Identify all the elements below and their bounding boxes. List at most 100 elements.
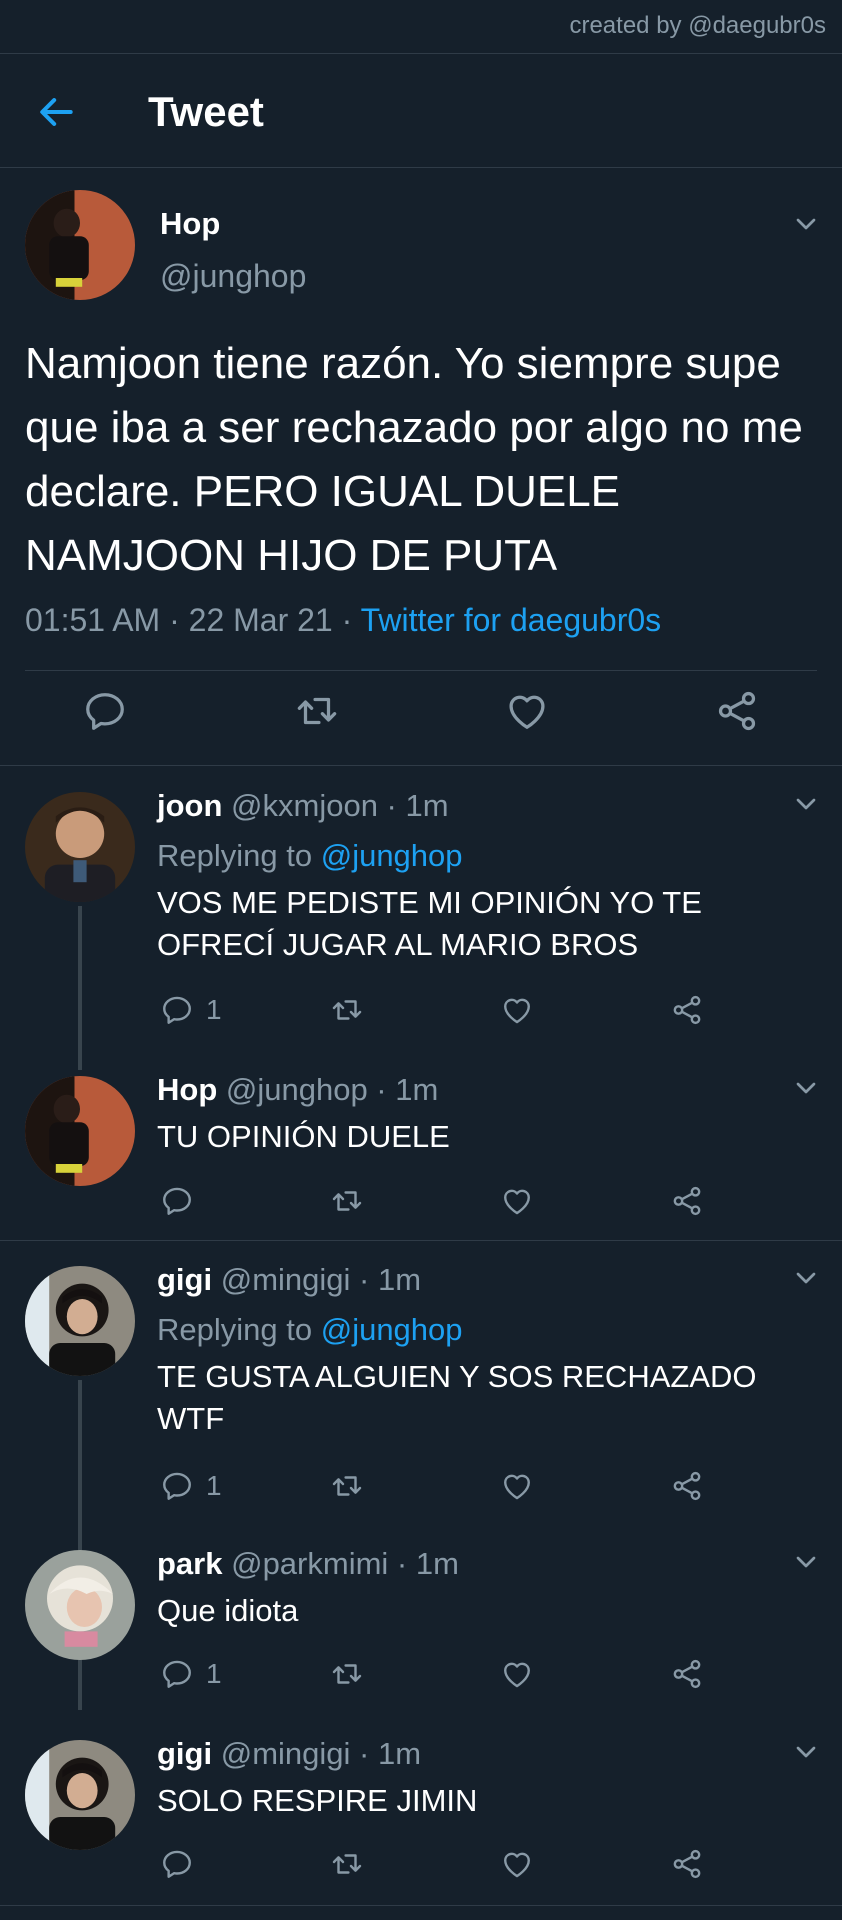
divider	[0, 1240, 842, 1241]
share-action[interactable]	[670, 1654, 704, 1694]
share-icon	[670, 993, 704, 1027]
replying-to: Replying to @junghop	[157, 1312, 463, 1348]
like-icon[interactable]	[504, 688, 550, 734]
replying-to-link[interactable]: @junghop	[321, 838, 463, 873]
author-name[interactable]: park	[157, 1546, 222, 1581]
replying-to: Replying to @junghop	[157, 838, 463, 874]
reply-header: park @parkmimi · 1m	[157, 1546, 459, 1582]
tweet-time: 01:51 AM · 22 Mar 21 ·	[25, 602, 361, 638]
divider	[25, 670, 817, 671]
reply-action[interactable]	[160, 1181, 206, 1221]
back-arrow-icon[interactable]	[34, 90, 78, 134]
reply-tweet[interactable]: gigi @mingigi · 1m Replying to @junghop …	[0, 1244, 842, 1534]
like-action[interactable]	[500, 1181, 534, 1221]
author-name[interactable]: gigi	[157, 1736, 212, 1771]
share-icon	[670, 1847, 704, 1881]
share-action[interactable]	[670, 1844, 704, 1884]
share-icon	[670, 1657, 704, 1691]
reply-header: Hop @junghop · 1m	[157, 1072, 438, 1108]
retweet-icon	[330, 993, 364, 1027]
author-meta: @kxmjoon · 1m	[222, 788, 449, 823]
share-action[interactable]	[670, 990, 704, 1030]
retweet-icon	[330, 1469, 364, 1503]
reply-tweet[interactable]: joon @kxmjoon · 1m Replying to @junghop …	[0, 770, 842, 1050]
reply-header: gigi @mingigi · 1m	[157, 1262, 421, 1298]
retweet-action[interactable]	[330, 990, 364, 1030]
header-bar: Tweet	[0, 54, 842, 168]
reply-tweet[interactable]: gigi @mingigi · 1m SOLO RESPIRE JIMIN	[0, 1726, 842, 1916]
author-name[interactable]: Hop	[160, 206, 220, 242]
avatar[interactable]	[25, 1076, 135, 1186]
like-action[interactable]	[500, 1844, 534, 1884]
retweet-action[interactable]	[330, 1844, 364, 1884]
status-strip: created by @daegubr0s	[0, 0, 842, 54]
like-action[interactable]	[500, 1466, 534, 1506]
like-action[interactable]	[500, 1654, 534, 1694]
retweet-icon[interactable]	[294, 688, 340, 734]
tweet-text: Namjoon tiene razón. Yo siempre supe que…	[25, 339, 803, 580]
reply-action[interactable]	[160, 1844, 206, 1884]
share-icon	[670, 1184, 704, 1218]
reply-text: TE GUSTA ALGUIEN Y SOS RECHAZADO WTF	[157, 1359, 757, 1436]
reply-header: joon @kxmjoon · 1m	[157, 788, 449, 824]
retweet-icon	[330, 1184, 364, 1218]
share-icon[interactable]	[714, 688, 760, 734]
reply-icon[interactable]	[82, 688, 128, 734]
retweet-action[interactable]	[330, 1654, 364, 1694]
retweet-action[interactable]	[330, 1466, 364, 1506]
author-meta: @junghop · 1m	[217, 1072, 439, 1107]
chevron-down-icon[interactable]	[790, 1546, 822, 1578]
author-meta: @mingigi · 1m	[212, 1736, 422, 1771]
share-icon	[670, 1469, 704, 1503]
tweet-source-link[interactable]: Twitter for daegubr0s	[361, 602, 662, 638]
chevron-down-icon[interactable]	[790, 208, 822, 240]
chevron-down-icon[interactable]	[790, 1262, 822, 1294]
avatar[interactable]	[25, 1266, 135, 1376]
reply-action[interactable]: 1	[160, 1466, 222, 1506]
reply-text: Que idiota	[157, 1593, 299, 1628]
author-meta: @parkmimi · 1m	[222, 1546, 459, 1581]
like-icon	[500, 993, 534, 1027]
retweet-icon	[330, 1657, 364, 1691]
author-name[interactable]: Hop	[157, 1072, 217, 1107]
page-title: Tweet	[148, 88, 264, 135]
replying-prefix: Replying to	[157, 1312, 321, 1347]
divider	[0, 1905, 842, 1906]
replying-prefix: Replying to	[157, 838, 321, 873]
reply-count: 1	[206, 1658, 222, 1689]
reply-action[interactable]: 1	[160, 990, 222, 1030]
author-handle[interactable]: @junghop	[160, 258, 306, 295]
avatar[interactable]	[25, 1550, 135, 1660]
like-action[interactable]	[500, 990, 534, 1030]
chevron-down-icon[interactable]	[790, 1072, 822, 1104]
reply-text: VOS ME PEDISTE MI OPINIÓN YO TE OFRECÍ J…	[157, 885, 702, 962]
reply-tweet[interactable]: Hop @junghop · 1m TU OPINIÓN DUELE	[0, 1054, 842, 1234]
reply-count: 1	[206, 994, 222, 1025]
chevron-down-icon[interactable]	[790, 788, 822, 820]
tweet-actions	[0, 688, 842, 748]
credit-text: created by @daegubr0s	[569, 12, 826, 39]
share-action[interactable]	[670, 1466, 704, 1506]
author-name[interactable]: gigi	[157, 1262, 212, 1297]
reply-icon	[160, 1469, 194, 1503]
avatar[interactable]	[25, 792, 135, 902]
chevron-down-icon[interactable]	[790, 1736, 822, 1768]
reply-text: TU OPINIÓN DUELE	[157, 1119, 450, 1154]
reply-icon	[160, 1184, 194, 1218]
reply-count: 1	[206, 1470, 222, 1501]
avatar[interactable]	[25, 1740, 135, 1850]
replying-to-link[interactable]: @junghop	[321, 1312, 463, 1347]
share-action[interactable]	[670, 1181, 704, 1221]
reply-icon	[160, 993, 194, 1027]
avatar[interactable]	[25, 190, 135, 300]
retweet-action[interactable]	[330, 1181, 364, 1221]
author-meta: @mingigi · 1m	[212, 1262, 422, 1297]
reply-action[interactable]: 1	[160, 1654, 222, 1694]
author-name[interactable]: joon	[157, 788, 222, 823]
reply-icon	[160, 1657, 194, 1691]
like-icon	[500, 1847, 534, 1881]
reply-tweet[interactable]: park @parkmimi · 1m Que idiota 1	[0, 1536, 842, 1726]
retweet-icon	[330, 1847, 364, 1881]
reply-header: gigi @mingigi · 1m	[157, 1736, 421, 1772]
like-icon	[500, 1469, 534, 1503]
